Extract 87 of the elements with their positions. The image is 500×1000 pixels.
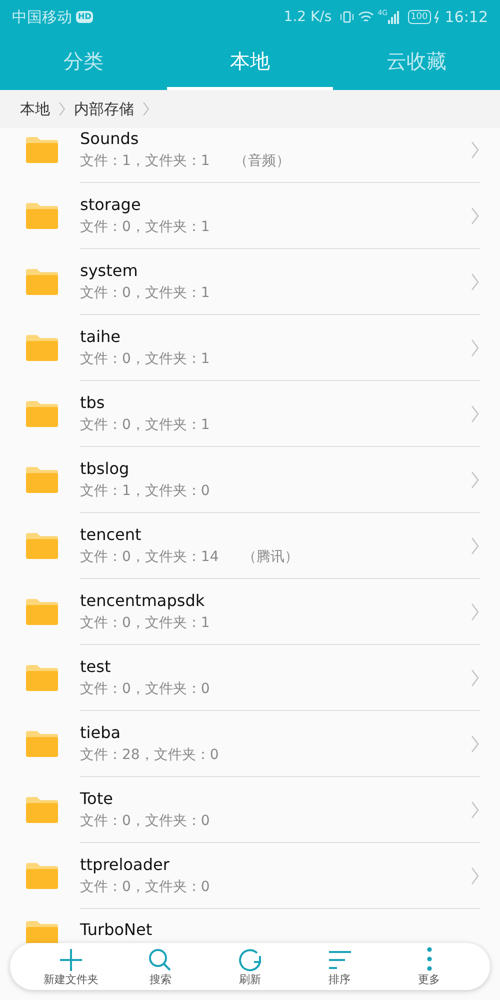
folder-icon [24,135,60,165]
folder-icon [24,201,60,231]
chevron-icon [470,404,480,424]
folder-icon [24,919,60,943]
hd-badge: HD [76,11,94,23]
more-icon [426,946,432,970]
folder-info: 文件：0，文件夹：1 [80,284,210,302]
folder-info: 文件：0，文件夹：1 [80,218,210,236]
chevron-icon [470,668,480,688]
chevron-icon [470,536,480,556]
folder-info: 文件：0，文件夹：0 [80,812,210,830]
folder-info: 文件：0，文件夹：0 [80,680,210,698]
refresh-icon [236,946,263,972]
toolbar-button[interactable]: 排序 [300,946,380,986]
toolbar-button[interactable]: 刷新 [210,946,290,986]
chevron-icon [470,470,480,490]
folder-row[interactable]: taihe 文件：0，文件夹：1 [0,315,500,381]
toolbar-button[interactable]: 更多 [389,946,470,986]
chevron-icon [142,101,150,117]
folder-row[interactable]: Sounds 文件：1，文件夹：1 （音频） [0,128,500,183]
signal-icon [388,10,400,24]
folder-icon [24,531,60,561]
folder-name: test [80,656,112,676]
folder-row[interactable]: Tote 文件：0，文件夹：0 [0,777,500,843]
folder-name: Sounds [80,128,140,148]
folder-info: 文件：0，文件夹：0 [80,878,210,896]
folder-info: 文件：28，文件夹：0 [80,746,219,764]
folder-icon [24,597,60,627]
chevron-icon [470,734,480,754]
folder-row[interactable]: tbslog 文件：1，文件夹：0 [0,447,500,513]
folder-name: tieba [80,722,122,742]
chevron-icon [470,140,480,160]
folder-info: 文件：0，文件夹：14 [80,548,219,566]
folder-icon [24,333,60,363]
folder-row[interactable]: storage 文件：0，文件夹：1 [0,183,500,249]
folder-row[interactable]: tencentmapsdk 文件：0，文件夹：1 [0,579,500,645]
network-speed: 1.2 K/s [284,8,332,26]
folder-icon [24,729,60,759]
folder-icon [24,399,60,429]
folder-info: 文件：0，文件夹：1 [80,416,210,434]
folder-name: tbslog [80,458,130,478]
chevron-icon [58,101,66,117]
folder-row[interactable]: test 文件：0，文件夹：0 [0,645,500,711]
toolbar-button[interactable]: 搜索 [120,946,200,986]
breadcrumb-link[interactable]: 内部存储 [74,98,134,120]
carrier-name: 中国移动 [12,6,72,28]
folder-info: 文件：1，文件夹：0 [80,482,210,500]
folder-name: tencent [80,524,142,544]
folder-row[interactable]: tbs 文件：0，文件夹：1 [0,381,500,447]
chevron-icon [470,800,480,820]
folder-row[interactable]: tieba 文件：28，文件夹：0 [0,711,500,777]
folder-row[interactable]: TurboNet [0,909,500,943]
folder-icon [24,663,60,693]
folder-name: ttpreloader [80,854,170,874]
folder-icon [24,861,60,891]
wifi-icon [358,10,374,24]
chevron-icon [470,866,480,886]
clock-time: 16:12 [444,6,488,28]
folder-note: （腾讯） [242,548,299,566]
folder-row[interactable]: ttpreloader 文件：0，文件夹：0 [0,843,500,909]
folder-row[interactable]: system 文件：0，文件夹：1 [0,249,500,315]
folder-icon [24,267,60,297]
folder-name: tbs [80,392,106,412]
charging-icon [432,10,441,24]
chevron-icon [470,602,480,622]
folder-name: TurboNet [80,920,152,940]
breadcrumb-link[interactable]: 本地 [20,98,50,120]
folder-row[interactable]: tencent 文件：0，文件夹：14 （腾讯） [0,513,500,579]
toolbar-button[interactable]: 新建文件夹 [30,946,111,986]
folder-name: taihe [80,326,122,346]
chevron-icon [470,272,480,292]
folder-name: tencentmapsdk [80,590,206,610]
vibrate-icon [340,10,354,24]
folder-info: 文件：1，文件夹：1 [80,152,210,170]
chevron-icon [470,338,480,358]
plus-icon [58,946,84,972]
folder-note: （音频） [234,152,290,170]
folder-name: Tote [80,788,114,808]
folder-icon [24,795,60,825]
folder-name: storage [80,194,142,214]
search-icon [147,946,174,972]
folder-info: 文件：0，文件夹：1 [80,614,210,632]
chevron-icon [470,206,480,226]
folder-icon [24,465,60,495]
folder-name: system [80,260,139,280]
folder-info: 文件：0，文件夹：1 [80,350,210,368]
battery-level: 100 [408,10,431,24]
